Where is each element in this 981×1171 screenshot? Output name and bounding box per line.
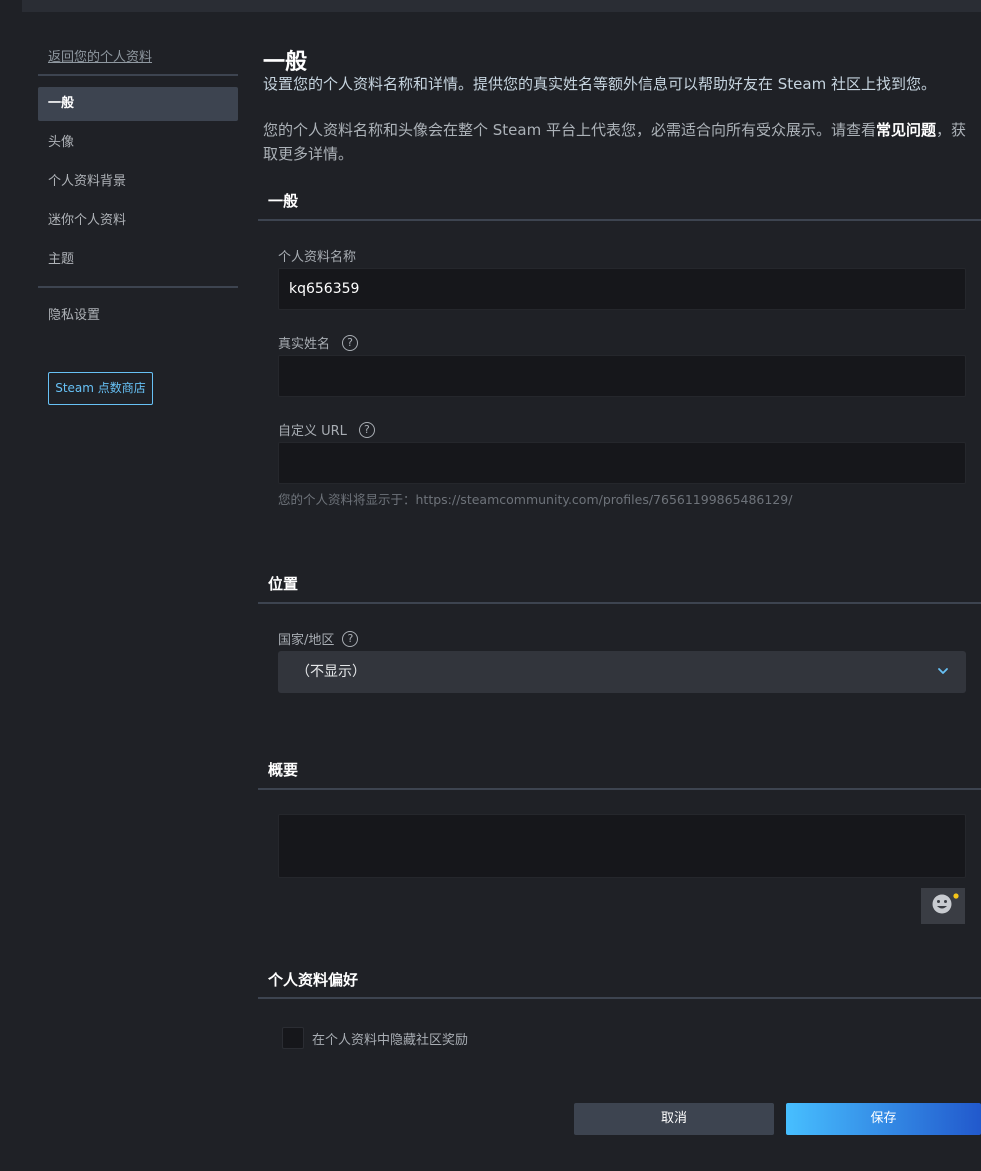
country-label: 国家/地区 ?: [278, 629, 359, 648]
save-button[interactable]: 保存: [786, 1103, 981, 1135]
custom-url-input[interactable]: [278, 442, 966, 484]
custom-url-label: 自定义 URL ?: [278, 420, 375, 439]
intro-text: 您的个人资料名称和头像会在整个 Steam 平台上代表您，必需适合向所有受众展示…: [263, 121, 876, 139]
custom-url-label-text: 自定义 URL: [278, 424, 347, 439]
sidebar-item-profile-background[interactable]: 个人资料背景: [38, 165, 238, 199]
profile-url-hint: 您的个人资料将显示于：https://steamcommunity.com/pr…: [278, 492, 793, 507]
points-shop-button[interactable]: Steam 点数商店: [48, 372, 153, 405]
profile-name-input[interactable]: [278, 268, 966, 310]
back-to-profile-link[interactable]: 返回您的个人资料: [48, 46, 152, 65]
faq-link[interactable]: 常见问题: [876, 121, 936, 139]
help-icon[interactable]: ?: [342, 334, 359, 351]
sidebar-item-avatar[interactable]: 头像: [38, 126, 238, 160]
help-icon[interactable]: ?: [342, 630, 359, 647]
section-divider: [258, 997, 981, 999]
summary-textarea[interactable]: [278, 814, 966, 878]
section-title-general: 一般: [268, 192, 299, 210]
section-divider: [258, 219, 981, 221]
page-intro-guidelines: 您的个人资料名称和头像会在整个 Steam 平台上代表您，必需适合向所有受众展示…: [263, 118, 975, 166]
sidebar-item-general[interactable]: 一般: [38, 87, 238, 121]
cancel-button[interactable]: 取消: [574, 1103, 774, 1135]
hide-awards-checkbox[interactable]: [282, 1027, 304, 1049]
country-label-text: 国家/地区: [278, 633, 335, 648]
sidebar-divider: [38, 286, 238, 288]
page-intro: 设置您的个人资料名称和详情。提供您的真实姓名等额外信息可以帮助好友在 Steam…: [263, 75, 936, 93]
section-title-summary: 概要: [268, 761, 299, 779]
help-icon[interactable]: ?: [358, 421, 375, 438]
real-name-label-text: 真实姓名: [278, 337, 331, 352]
section-title-preferences: 个人资料偏好: [268, 971, 359, 989]
section-title-location: 位置: [268, 575, 299, 593]
section-divider: [258, 788, 981, 790]
real-name-input[interactable]: [278, 355, 966, 397]
sidebar-item-mini-profile[interactable]: 迷你个人资料: [38, 204, 238, 238]
real-name-label: 真实姓名 ?: [278, 333, 359, 352]
chevron-down-icon: [938, 668, 948, 674]
country-select[interactable]: （不显示）: [278, 651, 966, 693]
sidebar-item-theme[interactable]: 主题: [38, 243, 238, 277]
sidebar-divider: [38, 74, 238, 76]
sidebar-item-privacy[interactable]: 隐私设置: [38, 299, 238, 333]
profile-name-label-text: 个人资料名称: [278, 250, 357, 265]
sidebar: 返回您的个人资料 一般 头像 个人资料背景 迷你个人资料 主题 隐私设置 Ste…: [0, 0, 248, 1171]
section-divider: [258, 602, 981, 604]
country-select-value: （不显示）: [296, 664, 366, 680]
profile-name-label: 个人资料名称: [278, 246, 356, 265]
emoticon-icon: [932, 893, 959, 914]
emoticon-button[interactable]: [921, 888, 965, 924]
hide-awards-label[interactable]: 在个人资料中隐藏社区奖励: [312, 1029, 468, 1048]
